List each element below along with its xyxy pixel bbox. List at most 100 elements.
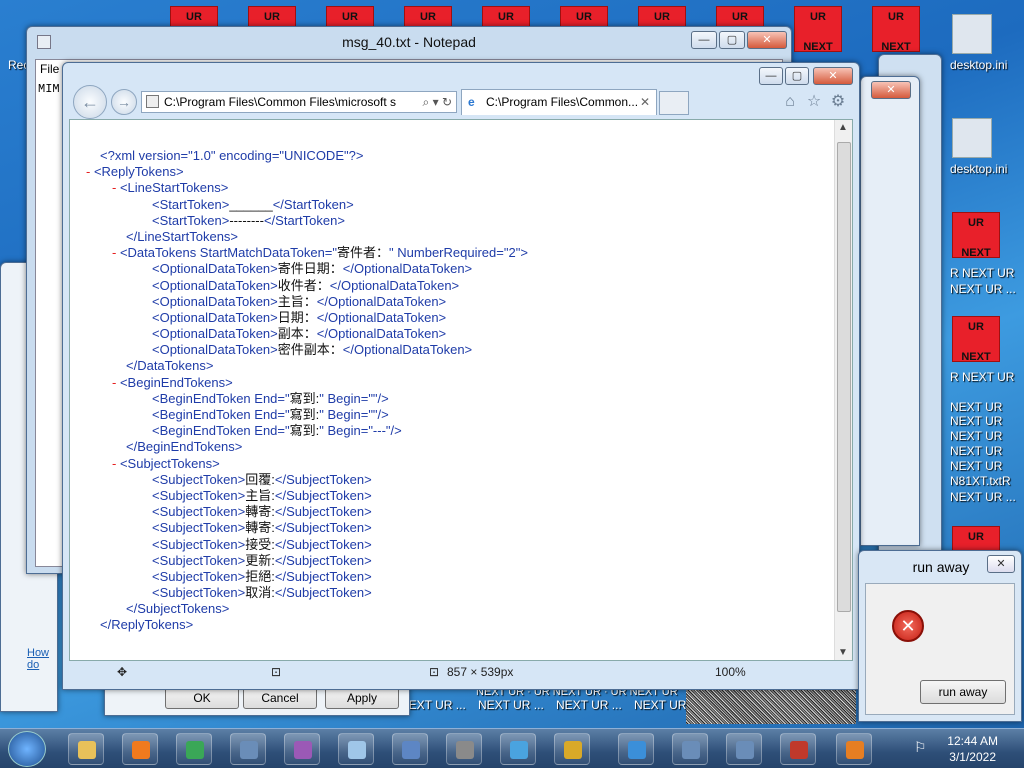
xml-value: -------- — [229, 212, 264, 228]
collapse-marker[interactable]: - — [86, 164, 94, 179]
ok-button[interactable]: OK — [165, 687, 239, 709]
minimize-icon[interactable]: — — [759, 67, 783, 85]
bottom-row-label-3[interactable]: NEXT UR — [634, 698, 686, 712]
ini-file-icon[interactable] — [952, 118, 992, 158]
ur-desktop-icon[interactable]: UR NEXT — [952, 316, 1000, 363]
clock[interactable]: 12:44 AM 3/1/2022 — [947, 733, 998, 765]
forward-button[interactable]: → — [111, 89, 137, 115]
desktop-file-label[interactable]: NEXT UR — [950, 400, 1002, 414]
xml-line: <StartToken>--------</StartToken> — [86, 213, 528, 229]
notepad-text[interactable]: MIM — [38, 82, 60, 96]
desktop-ini-label-2[interactable]: desktop.ini — [950, 162, 1007, 176]
close-icon[interactable]: ✕ — [871, 81, 911, 99]
image-size: 857 × 539px — [447, 665, 514, 679]
desktop-file-label[interactable]: R NEXT UR — [950, 266, 1014, 280]
xml-close-tag: </OptionalDataToken> — [316, 309, 447, 325]
desktop-file-label[interactable]: R NEXT UR — [950, 370, 1014, 384]
desktop-ini-label-1[interactable]: desktop.ini — [950, 58, 1007, 72]
wordpad-icon[interactable] — [392, 733, 428, 765]
network-icon[interactable]: ⚐ — [914, 739, 927, 756]
firefox-icon[interactable] — [122, 733, 158, 765]
xml-line: <OptionalDataToken>收件者：</OptionalDataTok… — [86, 278, 528, 294]
checklist-icon[interactable] — [554, 733, 590, 765]
window-app-icon[interactable] — [672, 733, 708, 765]
collapse-marker[interactable]: - — [112, 245, 120, 260]
xml-tag: </LineStartTokens> — [126, 228, 239, 244]
desktop-file-label[interactable]: NEXT UR — [950, 444, 1002, 458]
home-icon[interactable]: ⌂ — [781, 93, 799, 111]
scroll-down-icon[interactable]: ▼ — [838, 647, 848, 658]
menu-file[interactable]: File — [40, 62, 59, 76]
cancel-button[interactable]: Cancel — [243, 687, 317, 709]
maximize-icon[interactable]: ▢ — [785, 67, 809, 85]
explorer-icon[interactable] — [68, 733, 104, 765]
zoom-level[interactable]: 100% — [715, 661, 746, 683]
vertical-scrollbar[interactable]: ▲ ▼ — [834, 120, 852, 660]
ur-desktop-icon[interactable]: UR NEXT — [794, 6, 842, 53]
collapse-marker[interactable]: - — [112, 180, 120, 195]
xml-line: </BeginEndTokens> — [86, 439, 528, 455]
xml-close-tag: </SubjectToken> — [274, 471, 372, 487]
gear-icon[interactable]: ⚙ — [829, 93, 847, 111]
xml-close-tag: </SubjectToken> — [274, 552, 372, 568]
maximize-icon[interactable]: ▢ — [719, 31, 745, 49]
notepad-icon[interactable] — [338, 733, 374, 765]
bottom-row-label-2[interactable]: NEXT UR ... — [556, 698, 622, 712]
desktop-file-label[interactable]: NEXT UR — [950, 459, 1002, 473]
help-link[interactable]: How do — [27, 647, 57, 671]
start-button[interactable] — [8, 731, 46, 767]
xml-tree: <?xml version="1.0" encoding="UNICODE"?>… — [86, 148, 528, 634]
xml-tag: <OptionalDataToken> — [152, 342, 278, 358]
xml-line: - <LineStartTokens> — [86, 180, 528, 196]
error-icon: ✕ — [892, 610, 924, 642]
desktop-file-label[interactable]: NEXT UR ... — [950, 490, 1016, 504]
xml-close-tag: </OptionalDataToken> — [316, 326, 447, 342]
xml-line: <OptionalDataToken>主旨：</OptionalDataToke… — [86, 294, 528, 310]
collapse-marker[interactable]: - — [112, 456, 120, 471]
back-button[interactable]: ← — [73, 85, 107, 119]
xml-line: <SubjectToken>回覆:</SubjectToken> — [86, 472, 528, 488]
bottom-row-label-1[interactable]: NEXT UR ... — [478, 698, 544, 712]
window-app-icon[interactable] — [726, 733, 762, 765]
xml-line: <SubjectToken>轉寄:</SubjectToken> — [86, 504, 528, 520]
search-refresh-icon[interactable]: ⌕ ▾ ↻ — [423, 92, 452, 112]
xml-close-tag: </SubjectToken> — [274, 487, 372, 503]
desktop-file-label[interactable]: NEXT UR ... — [950, 282, 1016, 296]
run-away-button[interactable]: run away — [920, 680, 1006, 704]
xml-tag: <OptionalDataToken> — [152, 293, 278, 309]
ur-desktop-icon[interactable]: UR NEXT — [872, 6, 920, 53]
xml-line: <SubjectToken>更新:</SubjectToken> — [86, 553, 528, 569]
close-icon[interactable]: ✕ — [747, 31, 787, 49]
desktop-file-label[interactable]: NEXT UR — [950, 414, 1002, 428]
paint-palette-icon[interactable] — [836, 733, 872, 765]
minimize-icon[interactable]: — — [691, 31, 717, 49]
scroll-thumb[interactable] — [837, 142, 851, 612]
tower-icon[interactable] — [446, 733, 482, 765]
desktop-file-label[interactable]: N81XT.txtR — [950, 474, 1011, 488]
desktop-file-label[interactable]: NEXT UR — [950, 429, 1002, 443]
ur-desktop-icon[interactable]: UR NEXT — [952, 212, 1000, 259]
address-bar[interactable]: C:\Program Files\Common Files\microsoft … — [141, 91, 457, 113]
paint-icon[interactable] — [284, 733, 320, 765]
chrome-icon[interactable] — [176, 733, 212, 765]
apply-button[interactable]: Apply — [325, 687, 399, 709]
xml-tag: <StartToken> — [152, 212, 230, 228]
favorites-star-icon[interactable]: ☆ — [805, 93, 823, 111]
window-app-icon[interactable] — [780, 733, 816, 765]
ie-icon[interactable] — [618, 733, 654, 765]
close-icon[interactable]: ✕ — [987, 555, 1015, 573]
new-tab-button[interactable] — [659, 91, 689, 115]
close-icon[interactable]: ✕ — [813, 67, 853, 85]
tab-close-icon[interactable]: ✕ — [640, 90, 650, 114]
ini-file-icon[interactable] — [952, 14, 992, 54]
next-label: NEXT — [961, 351, 991, 363]
xml-close-tag: </OptionalDataToken> — [329, 277, 460, 293]
collapse-marker[interactable]: - — [112, 375, 120, 390]
photo-viewer-icon[interactable] — [500, 733, 536, 765]
xml-value: 主旨： — [277, 293, 317, 309]
xml-line: <OptionalDataToken>密件副本：</OptionalDataTo… — [86, 342, 528, 358]
window-app-icon[interactable] — [230, 733, 266, 765]
scroll-up-icon[interactable]: ▲ — [838, 122, 848, 133]
browser-tab[interactable]: e C:\Program Files\Common... ✕ — [461, 89, 657, 115]
xml-content-area[interactable]: <?xml version="1.0" encoding="UNICODE"?>… — [69, 119, 853, 661]
